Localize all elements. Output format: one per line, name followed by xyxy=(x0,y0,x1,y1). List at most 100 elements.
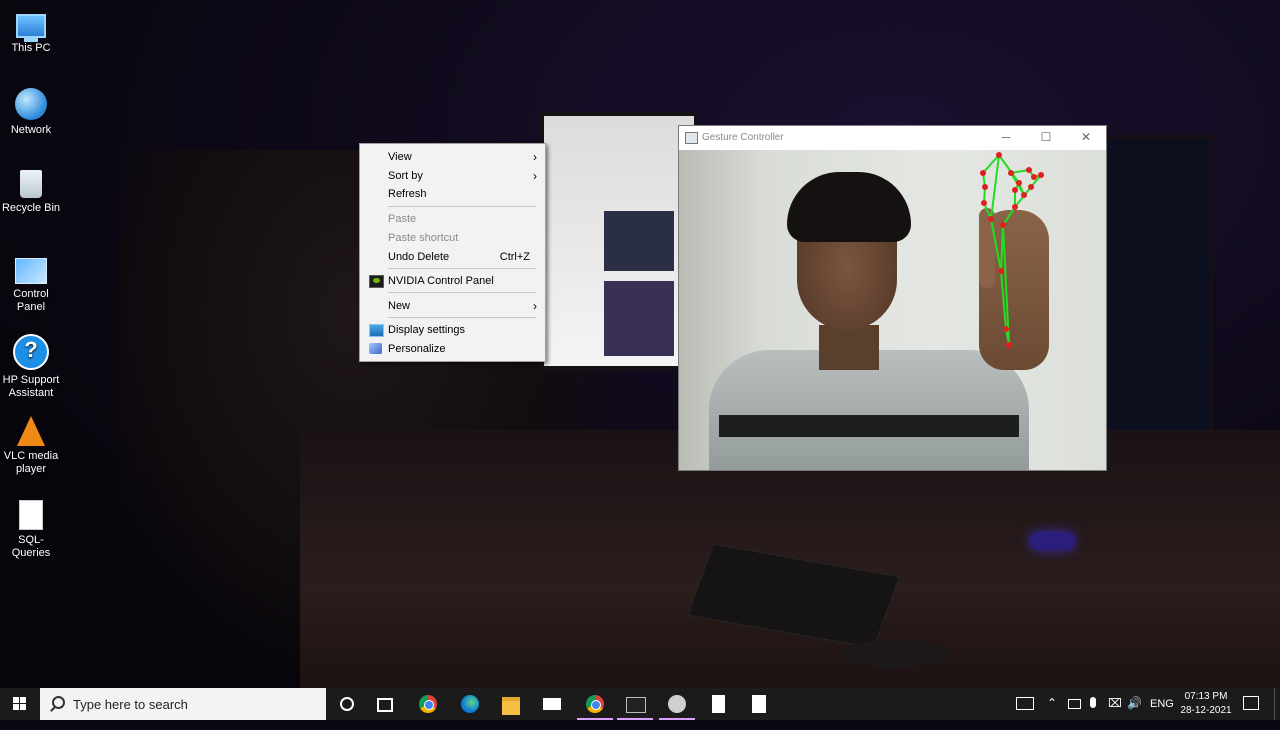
keyboard-icon[interactable] xyxy=(1016,697,1034,710)
hand-landmark-point xyxy=(996,152,1002,158)
cortana-circle-icon xyxy=(340,697,354,711)
battery-icon[interactable] xyxy=(1068,699,1081,709)
chevron-right-icon: › xyxy=(533,299,537,313)
gesture-controller-window[interactable]: Gesture Controller ─ ☐ ✕ xyxy=(678,125,1107,471)
desktop-icon-vlc[interactable]: VLC media player xyxy=(0,416,62,476)
input-language[interactable]: ENG xyxy=(1150,698,1174,730)
control-panel-icon xyxy=(15,258,47,284)
terminal-icon xyxy=(626,697,646,713)
maximize-button[interactable]: ☐ xyxy=(1026,126,1066,150)
hand-landmark-point xyxy=(1012,204,1018,210)
desktop-icon-recycle-bin[interactable]: Recycle Bin xyxy=(0,170,62,215)
desktop-icon-network[interactable]: Network xyxy=(0,88,62,137)
hand-landmark-point xyxy=(982,184,988,190)
menu-separator xyxy=(388,268,536,269)
menu-item-label: Personalize xyxy=(388,343,446,355)
hand-landmark-overlay xyxy=(980,152,1044,348)
menu-separator xyxy=(388,317,536,318)
taskbar-cortana[interactable] xyxy=(326,688,366,720)
menu-item-display-settings[interactable]: Display settings xyxy=(360,321,545,339)
taskbar-edge[interactable] xyxy=(450,688,490,720)
menu-item-label: New xyxy=(388,300,411,312)
hand-landmark-point xyxy=(1026,167,1032,173)
hand-landmark-point xyxy=(1028,184,1034,190)
menu-item-label: View xyxy=(388,151,412,163)
taskbar-obs[interactable] xyxy=(657,688,697,720)
desktop-icon-label: Recycle Bin xyxy=(1,202,61,214)
chevron-up-icon[interactable]: ⌃ xyxy=(1047,696,1057,728)
chevron-right-icon: › xyxy=(533,169,537,183)
desktop-icon-control-panel[interactable]: Control Panel xyxy=(0,254,62,314)
hand-landmark-point xyxy=(1012,187,1018,193)
desktop-icon-label: This PC xyxy=(11,42,51,54)
recycle-bin-icon xyxy=(20,170,42,198)
hand-skeleton-line xyxy=(1002,206,1016,226)
menu-item-nvidia-control-panel[interactable]: NVIDIA Control Panel xyxy=(360,272,545,290)
taskbar: Type here to search ⌃ ⌧ 🔊 ENG 07:13 PM 2… xyxy=(0,688,1280,720)
hand-skeleton-line xyxy=(990,154,1000,220)
help-question-icon: ? xyxy=(13,334,49,370)
menu-item-undo-delete[interactable]: Undo Delete Ctrl+Z xyxy=(360,248,545,266)
obs-icon xyxy=(668,695,686,713)
taskbar-search-box[interactable]: Type here to search xyxy=(40,688,326,720)
personalize-icon xyxy=(369,343,382,354)
taskbar-mail[interactable] xyxy=(532,688,572,720)
desktop-icon-sql-queries[interactable]: SQL-Queries xyxy=(0,500,62,560)
desktop-icon-label: VLC media player xyxy=(3,450,59,475)
menu-item-new[interactable]: New › xyxy=(360,297,545,315)
wifi-icon[interactable]: ⌧ xyxy=(1108,696,1122,728)
start-button[interactable] xyxy=(0,688,40,720)
taskbar-notepad[interactable] xyxy=(698,688,738,720)
webcam-feed xyxy=(679,150,1106,470)
edge-icon xyxy=(461,695,479,713)
hand-landmark-point xyxy=(981,200,987,206)
text-file-icon xyxy=(19,500,43,530)
hand-skeleton-lines xyxy=(982,154,1042,346)
taskbar-file-explorer[interactable] xyxy=(491,688,531,720)
desktop-icon-label: SQL-Queries xyxy=(11,534,51,559)
desktop-icon-label: Control Panel xyxy=(13,288,49,313)
menu-item-personalize[interactable]: Personalize xyxy=(360,340,545,358)
taskbar-chrome-running[interactable] xyxy=(575,688,615,720)
desktop-icon-label: Network xyxy=(10,124,52,136)
menu-item-label: Undo Delete xyxy=(388,251,450,263)
microphone-icon[interactable] xyxy=(1090,697,1096,708)
taskbar-calculator[interactable] xyxy=(739,688,779,720)
wallpaper-mouse xyxy=(840,640,950,668)
taskbar-task-view[interactable] xyxy=(366,688,406,720)
speaker-icon[interactable]: 🔊 xyxy=(1127,696,1142,728)
menu-item-label: Paste xyxy=(388,213,417,225)
taskbar-chrome[interactable] xyxy=(408,688,448,720)
hand-skeleton-line xyxy=(990,218,1002,272)
network-globe-icon xyxy=(15,88,47,120)
wallpaper-lamp xyxy=(1030,532,1075,550)
menu-item-label: Sort by xyxy=(388,170,423,182)
taskbar-clock[interactable]: 07:13 PM 28-12-2021 xyxy=(1178,690,1234,718)
hand-landmark-point xyxy=(1031,174,1037,180)
close-button[interactable]: ✕ xyxy=(1066,126,1106,150)
hand-landmark-point xyxy=(988,216,994,222)
menu-separator xyxy=(388,292,536,293)
notification-center-icon[interactable] xyxy=(1243,696,1259,710)
hand-landmark-point xyxy=(1021,192,1027,198)
desktop-icon-hp-support[interactable]: ? HP Support Assistant xyxy=(0,334,62,400)
folder-icon xyxy=(502,697,520,715)
hand-skeleton-line xyxy=(998,154,1020,184)
hand-landmark-point xyxy=(1008,170,1014,176)
menu-item-paste-shortcut[interactable]: Paste shortcut xyxy=(360,229,545,247)
calculator-icon xyxy=(752,695,766,713)
menu-item-sort-by[interactable]: Sort by › xyxy=(360,167,545,185)
desktop-icon-label: HP Support Assistant xyxy=(2,374,60,399)
taskbar-terminal[interactable] xyxy=(615,688,655,720)
hand-landmark-point xyxy=(1000,222,1006,228)
show-desktop-button[interactable] xyxy=(1274,688,1275,720)
menu-item-paste[interactable]: Paste xyxy=(360,210,545,228)
menu-item-refresh[interactable]: Refresh xyxy=(360,185,545,203)
desktop-context-menu: View › Sort by › Refresh Paste Paste sho… xyxy=(359,143,546,362)
window-title-bar[interactable]: Gesture Controller ─ ☐ ✕ xyxy=(679,126,1106,150)
hand-landmark-point xyxy=(1006,342,1012,348)
menu-item-view[interactable]: View › xyxy=(360,148,545,166)
minimize-button[interactable]: ─ xyxy=(986,126,1026,150)
desktop-icon-this-pc[interactable]: This PC xyxy=(0,8,62,55)
hand-landmark-point xyxy=(998,268,1004,274)
